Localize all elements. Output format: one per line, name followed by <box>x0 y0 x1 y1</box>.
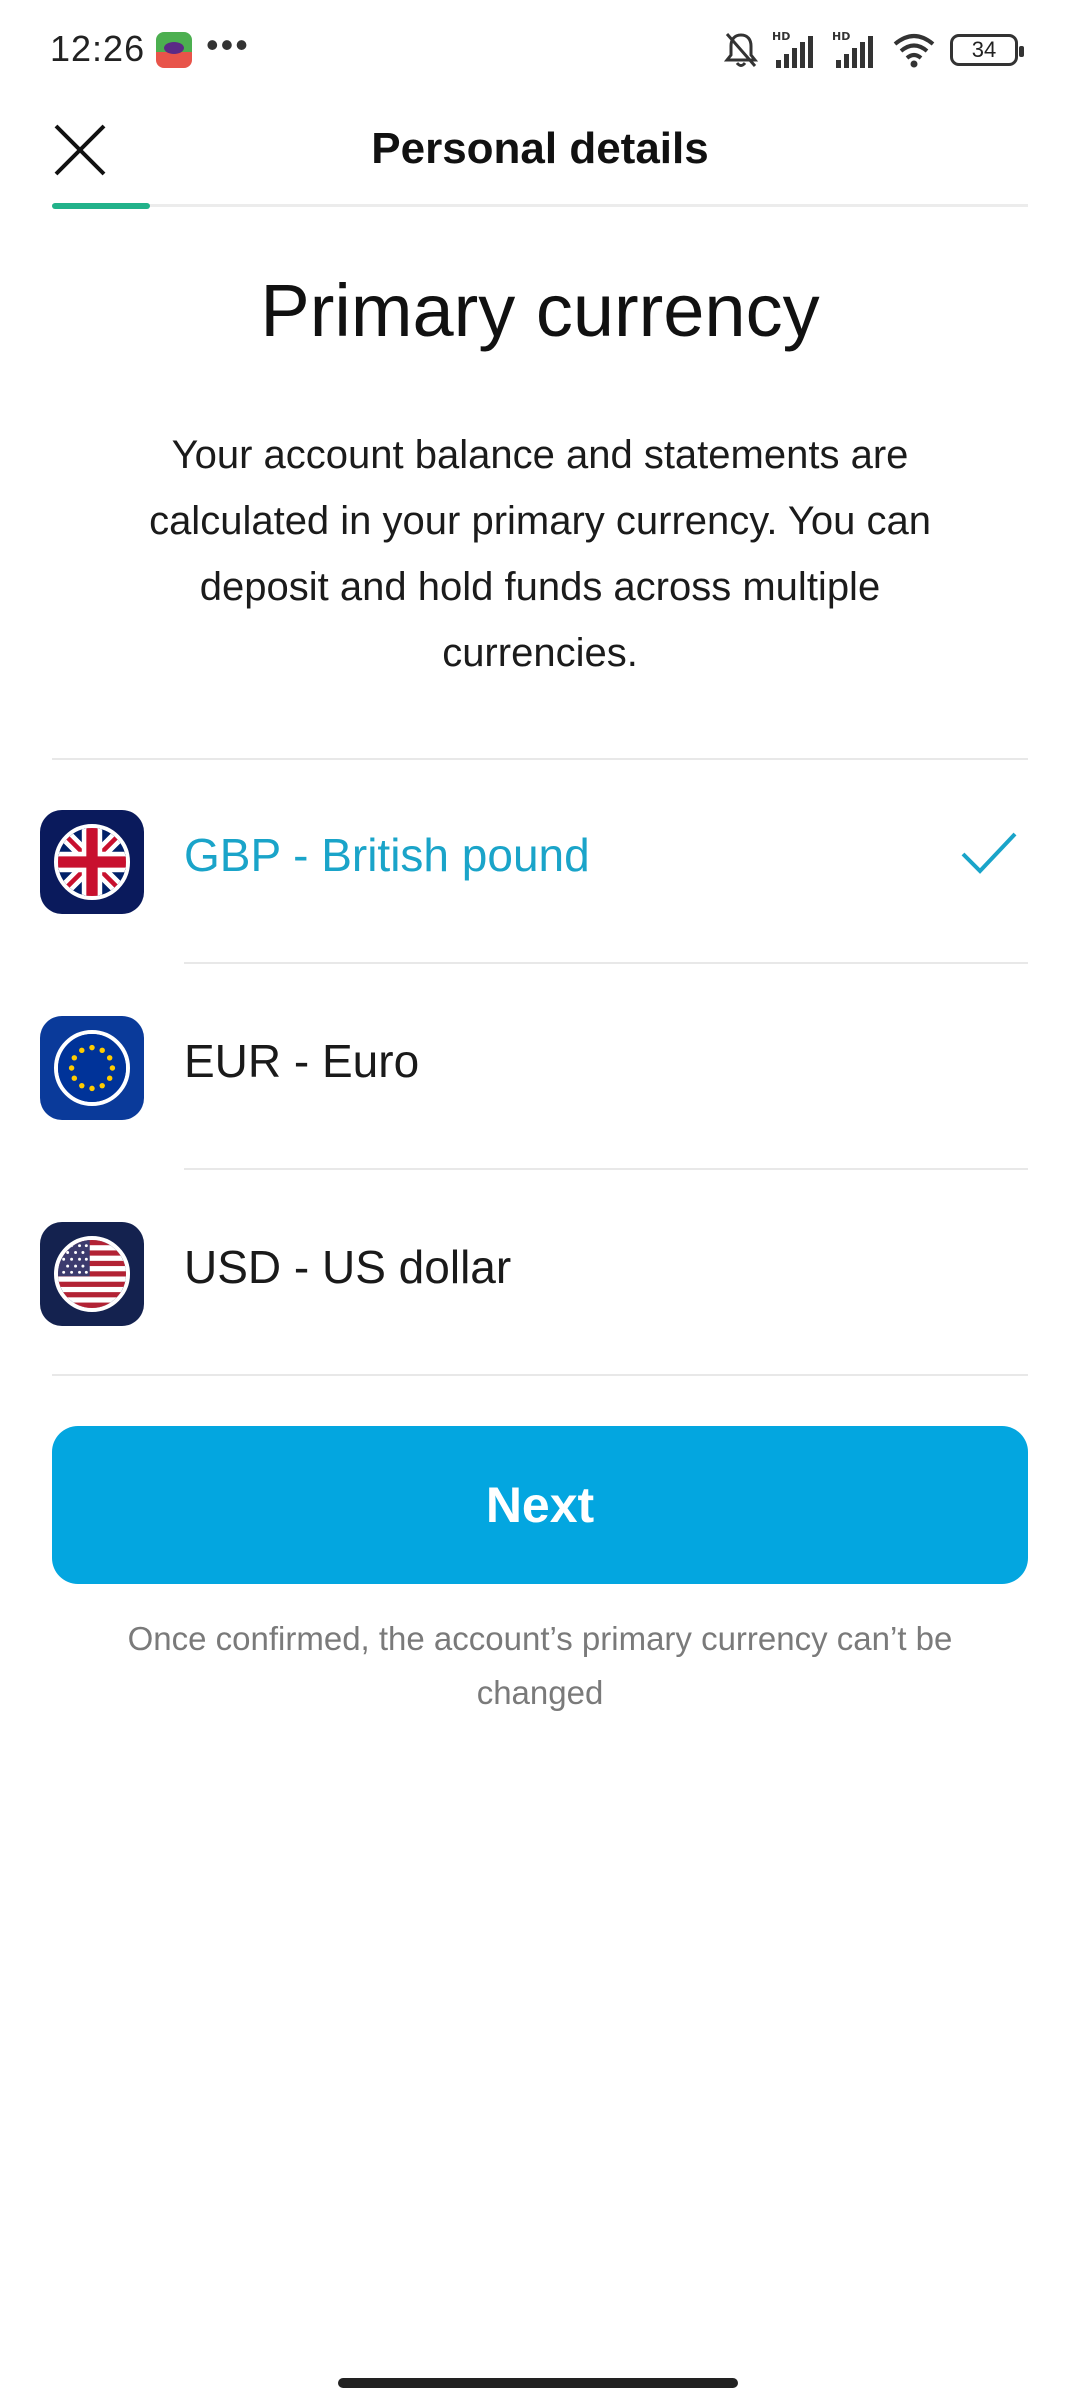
check-icon <box>961 832 1017 874</box>
flag-tile <box>40 1222 144 1326</box>
footnote: Once confirmed, the account’s primary cu… <box>127 1620 953 1711</box>
flag-tile <box>40 810 144 914</box>
currency-label: USD - US dollar <box>184 1241 512 1293</box>
hd-signal-icon: HD <box>772 30 813 68</box>
flag-tile <box>40 1016 144 1120</box>
header: Personal details <box>0 100 1080 210</box>
divider <box>52 1374 1028 1376</box>
battery-level: 34 <box>971 37 997 62</box>
us-flag-icon <box>54 1236 130 1312</box>
hd-signal-icon: HD <box>832 30 873 68</box>
currency-option-usd[interactable]: USD - US dollar <box>0 1170 1080 1376</box>
bell-muted-icon <box>724 33 758 67</box>
uk-flag-icon <box>54 824 130 900</box>
svg-text:HD: HD <box>832 30 850 43</box>
more-notifications-icon: ••• <box>206 24 250 65</box>
battery-icon: 34 <box>950 34 1024 66</box>
home-indicator[interactable] <box>338 2378 738 2388</box>
progress-bar <box>52 203 1028 209</box>
status-icons: HD HD 34 <box>724 28 1024 72</box>
currency-label: EUR - Euro <box>184 1035 420 1087</box>
page-description: Your account balance and statements are … <box>149 433 931 675</box>
wifi-icon <box>893 34 935 68</box>
eu-flag-icon <box>54 1030 130 1106</box>
status-bar: 12:26 ••• HD HD 34 <box>0 0 1080 100</box>
next-button[interactable]: Next <box>52 1426 1028 1584</box>
app-notification-icon <box>156 32 192 68</box>
page-heading: Primary currency <box>260 269 820 352</box>
progress-fill <box>52 203 150 209</box>
header-title: Personal details <box>371 124 709 173</box>
svg-text:HD: HD <box>772 30 790 43</box>
currency-option-eur[interactable]: EUR - Euro <box>0 964 1080 1170</box>
currency-label: GBP - British pound <box>184 829 590 881</box>
status-time: 12:26 <box>50 28 146 69</box>
currency-option-gbp[interactable]: GBP - British pound <box>0 758 1080 964</box>
